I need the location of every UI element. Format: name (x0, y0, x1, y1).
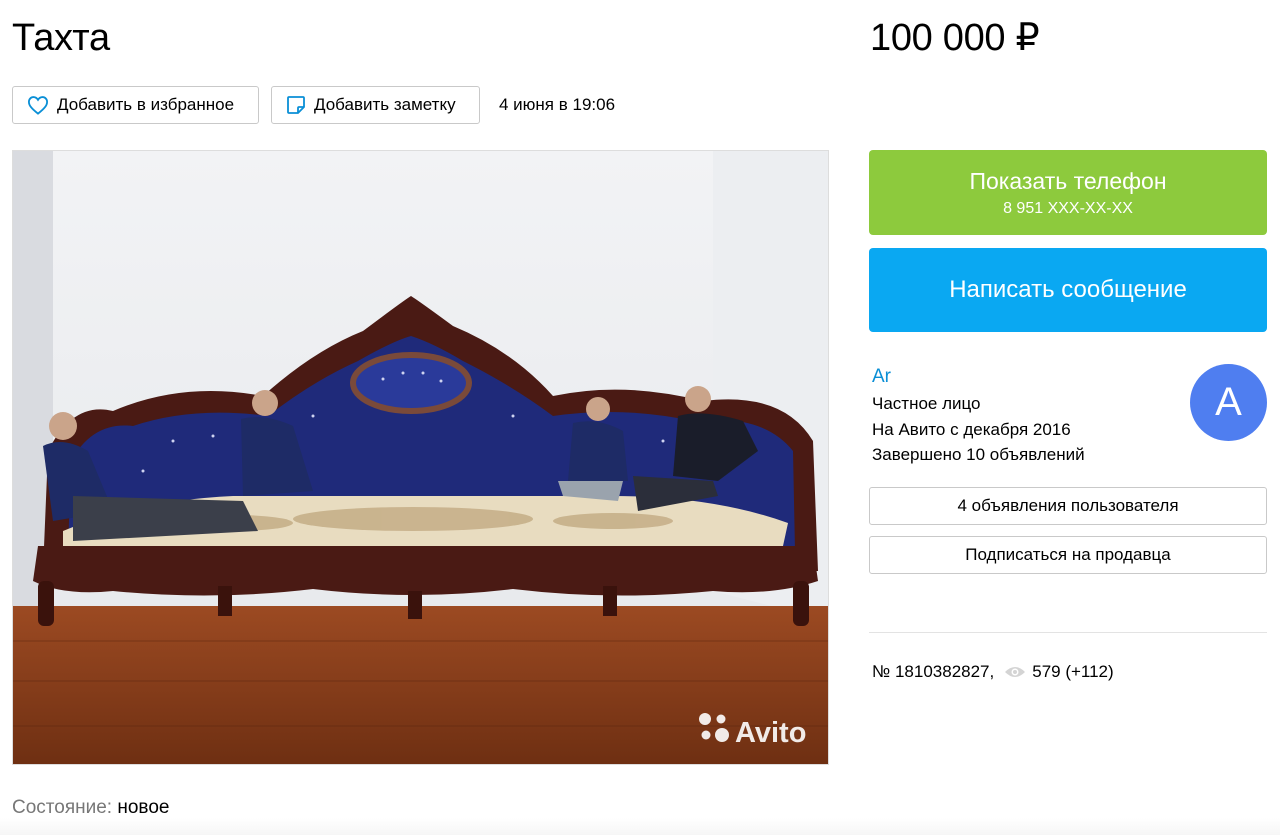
seller-avatar[interactable]: A (1190, 364, 1267, 441)
write-message-label: Написать сообщение (949, 276, 1187, 303)
listing-title: Тахта (12, 17, 110, 59)
avito-watermark: Avito (735, 717, 806, 749)
add-to-favorites-label: Добавить в избранное (57, 95, 235, 114)
add-to-favorites-button[interactable]: Добавить в избранное (12, 86, 259, 124)
divider (869, 632, 1267, 633)
listing-number: № 1810382827, (872, 662, 995, 681)
write-message-button[interactable]: Написать сообщение (869, 248, 1267, 332)
eye-icon (1005, 667, 1026, 677)
condition-value: новое (117, 797, 170, 818)
seller-type: Частное лицо (872, 394, 981, 413)
sofa-photo: Avito (13, 151, 828, 764)
publish-date: 4 июня в 19:06 (499, 95, 616, 114)
show-phone-label: Показать телефон (969, 167, 1167, 194)
show-phone-button[interactable]: Показать телефон 8 951 XXX-XX-XX (869, 150, 1267, 235)
condition-label: Состояние: (12, 797, 113, 818)
note-icon (287, 96, 305, 114)
listing-meta: № 1810382827, 579 (+112) (872, 660, 1114, 684)
add-note-label: Добавить заметку (314, 95, 456, 114)
subscribe-seller-button[interactable]: Подписаться на продавца (869, 536, 1267, 574)
listing-price: 100 000 ₽ (870, 17, 1040, 59)
bottom-fade (0, 818, 1280, 835)
views-count: 579 (+112) (1032, 662, 1114, 681)
seller-name-link[interactable]: Ar (872, 365, 891, 389)
listing-photo[interactable]: Avito (12, 150, 829, 765)
seller-completed: Завершено 10 объявлений (872, 445, 1085, 464)
seller-listings-button[interactable]: 4 объявления пользователя (869, 487, 1267, 525)
seller-since: На Авито с декабря 2016 (872, 420, 1071, 439)
phone-number-masked: 8 951 XXX-XX-XX (1003, 199, 1133, 217)
heart-icon (27, 96, 49, 115)
add-note-button[interactable]: Добавить заметку (271, 86, 480, 124)
